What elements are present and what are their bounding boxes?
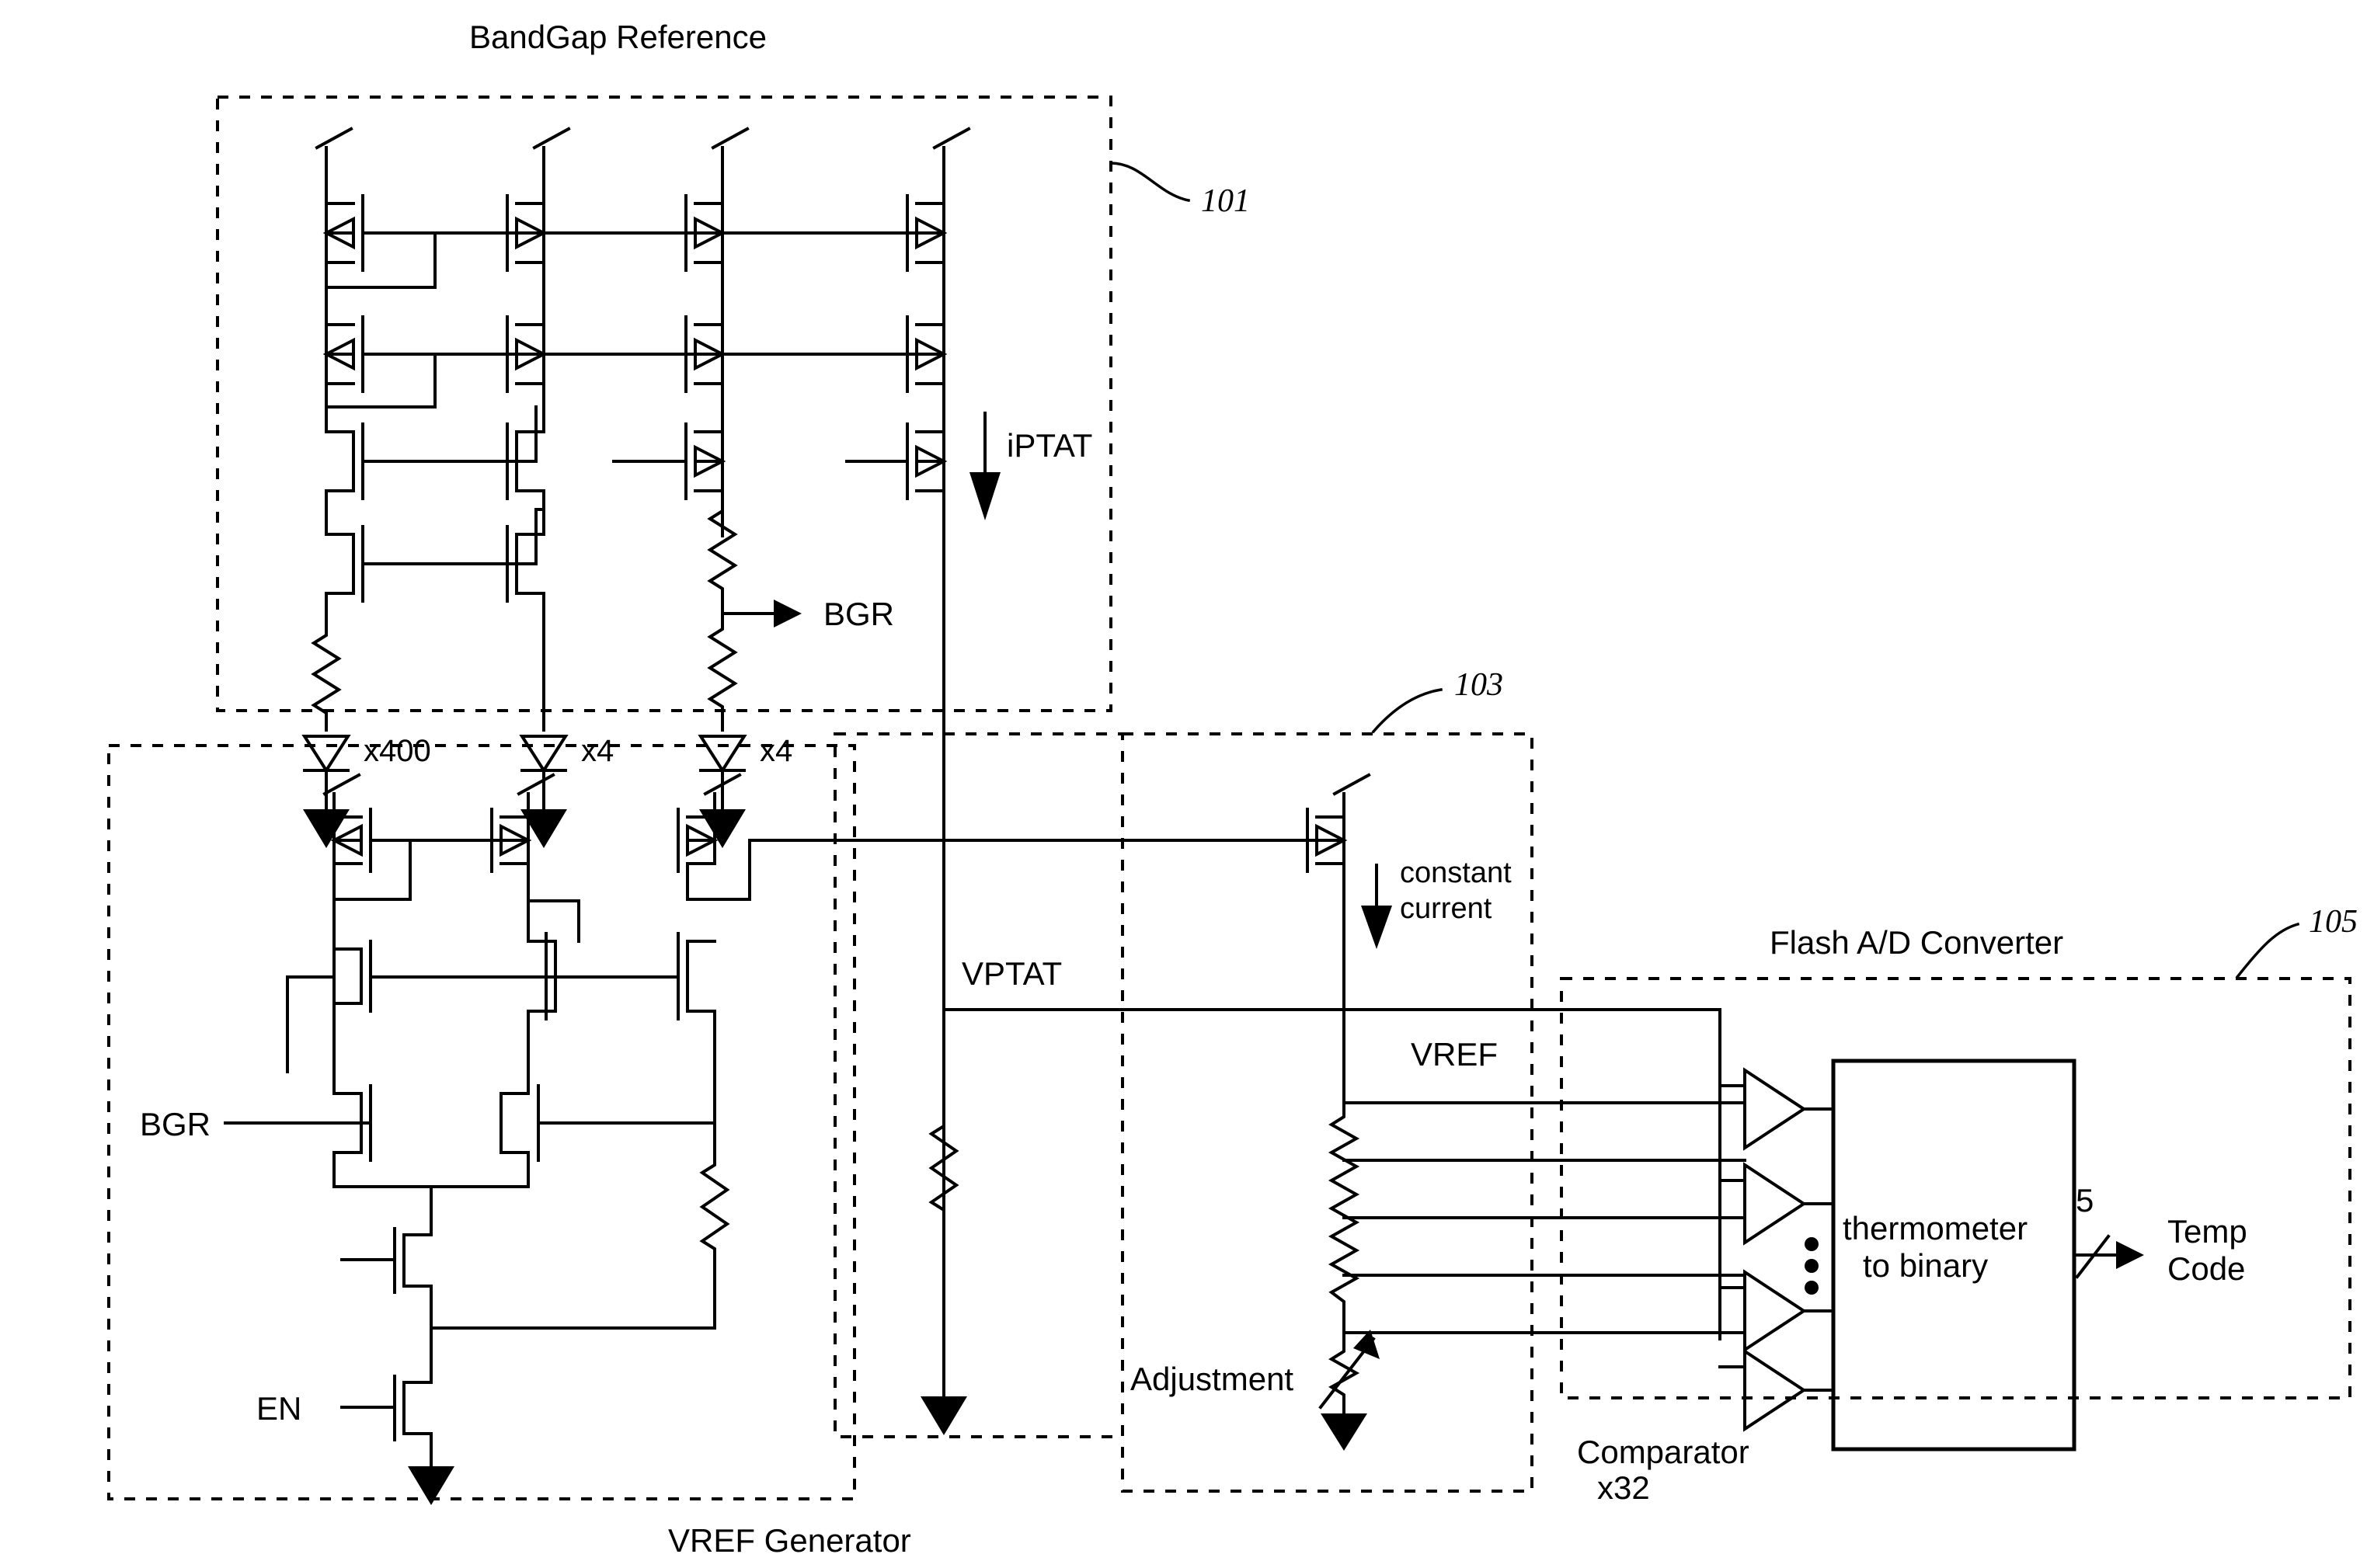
- ref-105-label: 105: [2309, 904, 2358, 940]
- ref-105-leader: [2235, 922, 2300, 979]
- ellipsis-dot-1: [1805, 1237, 1819, 1251]
- bus-width-label: 5: [2076, 1182, 2094, 1219]
- vdd-symbol-c2: [532, 127, 571, 150]
- comparator-3: [1743, 1269, 1807, 1353]
- adjustment-label: Adjustment: [1130, 1361, 1293, 1397]
- vptat-label: VPTAT: [962, 955, 1062, 992]
- cc-arrow-head: [1361, 906, 1392, 949]
- ground-c1: [303, 809, 350, 848]
- diode-x4-b-triangle: [698, 735, 747, 774]
- vref-generator-block-boundary: [107, 744, 856, 1500]
- vdd-symbol-c4: [932, 127, 971, 150]
- vg-vdd-sym-b: [517, 773, 555, 796]
- flash-adc-circuit: Comparator x32 thermometer to binary 5 T…: [1342, 1008, 2247, 1506]
- diode-x4-a-triangle: [519, 735, 569, 774]
- vdd-symbol-c3: [711, 127, 750, 150]
- constant-current-label-line1: constant: [1400, 857, 1512, 889]
- enable-label: EN: [256, 1390, 301, 1427]
- comparator-4: [1743, 1348, 1807, 1432]
- vg-vdd-sym-a: [322, 773, 361, 796]
- comparator-label-line1: Comparator: [1577, 1434, 1749, 1470]
- adjustment-resistor: [1328, 1331, 1360, 1415]
- diode-x4-a-label: x4: [581, 734, 614, 768]
- cc-vdd-symbol: [1332, 773, 1371, 796]
- ground-vptat: [921, 1396, 967, 1435]
- diode-x400-label: x400: [364, 734, 431, 768]
- bgr-resistor-lower: [707, 612, 738, 732]
- constant-current-label-line2: current: [1400, 892, 1492, 925]
- bandgap-block-title: BandGap Reference: [469, 19, 767, 55]
- temp-code-label-line1: Temp: [2167, 1213, 2247, 1250]
- temp-code-label-line2: Code: [2167, 1250, 2245, 1287]
- ellipsis-dot-2: [1805, 1259, 1819, 1273]
- schematic-page: BandGap Reference VREF Generator Flash A…: [0, 0, 2374, 1568]
- resistor-c1: [311, 620, 342, 732]
- flash-adc-block-boundary: [1560, 977, 2351, 1399]
- iptat-label: iPTAT: [1007, 427, 1092, 464]
- vref-divider-circuit: constant current VREF Adjustment: [1130, 773, 1746, 1451]
- vdd-symbol-c1: [315, 127, 353, 150]
- comparator-label-line2: x32: [1597, 1469, 1650, 1506]
- ground-adjustment: [1321, 1413, 1367, 1451]
- decoder-label-line1: thermometer: [1843, 1210, 2028, 1246]
- bgr-output-label: BGR: [823, 596, 894, 632]
- comparator-1: [1743, 1067, 1807, 1151]
- bandgap-block-boundary: [216, 96, 1112, 712]
- diode-x4-b-label: x4: [760, 734, 792, 768]
- vref-generator-block-title: VREF Generator: [668, 1522, 911, 1559]
- vref-label: VREF: [1411, 1036, 1498, 1073]
- bgr-input-label: BGR: [140, 1106, 211, 1142]
- ground-c3: [699, 809, 746, 848]
- ref-103-label: 103: [1454, 667, 1503, 703]
- ellipsis-dot-3: [1805, 1281, 1819, 1295]
- flash-adc-block-title: Flash A/D Converter: [1770, 924, 2063, 961]
- iptat-arrow-head: [969, 472, 1001, 520]
- ref-101-leader: [1109, 162, 1191, 203]
- vg-output-resistor: [699, 1121, 730, 1330]
- ref-103-leader: [1371, 687, 1443, 734]
- circuit-schematic-canvas: BandGap Reference VREF Generator Flash A…: [107, 19, 2358, 1559]
- decoder-label-line2: to binary: [1863, 1247, 1988, 1284]
- ref-101-label: 101: [1201, 183, 1250, 219]
- diode-x400-triangle: [301, 735, 351, 774]
- comparator-2: [1743, 1162, 1807, 1246]
